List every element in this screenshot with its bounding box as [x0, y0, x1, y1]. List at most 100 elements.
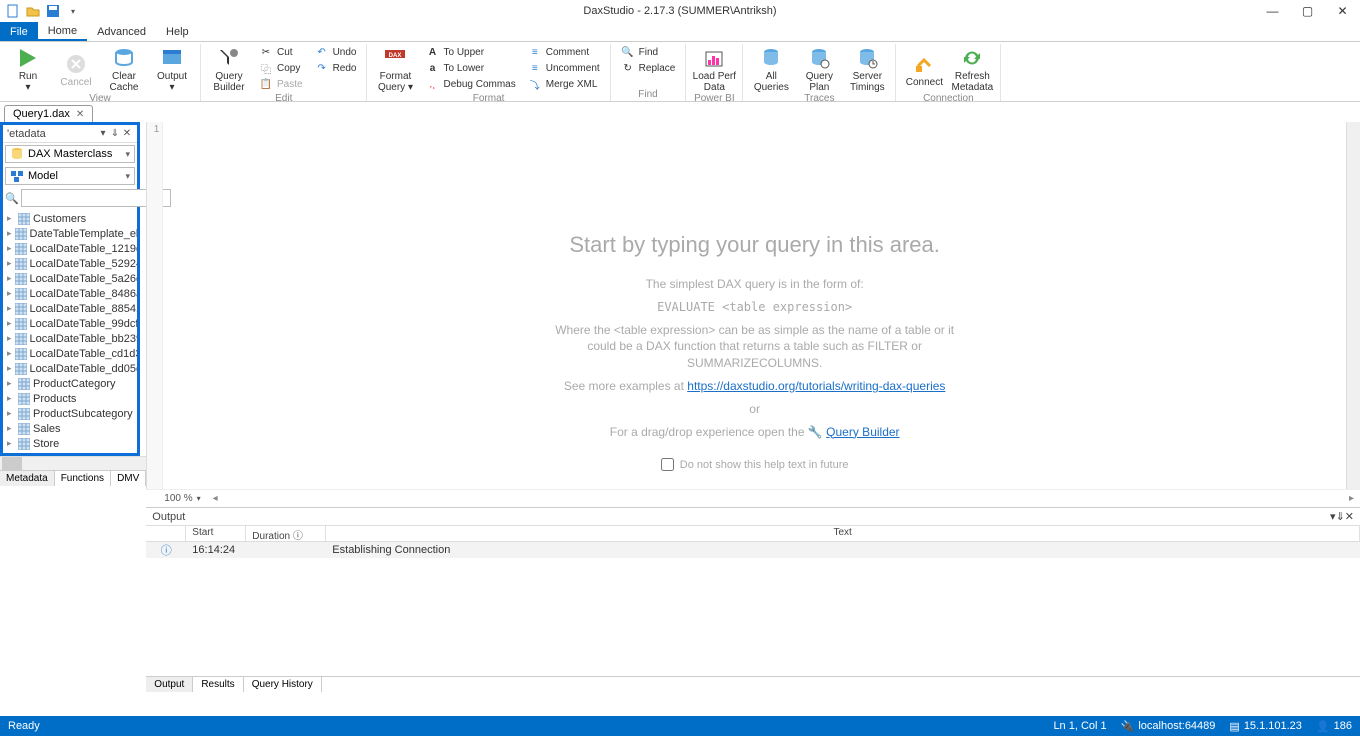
- output-col-duration[interactable]: Duration ⓘ: [246, 526, 326, 541]
- expand-icon[interactable]: ▸: [7, 213, 15, 224]
- tree-item[interactable]: ▸ProductSubcategory: [3, 406, 137, 421]
- tree-item[interactable]: ▸DateTableTemplate_eb9ad…: [3, 226, 137, 241]
- editor-body[interactable]: Start by typing your query in this area.…: [163, 122, 1346, 489]
- tree-item[interactable]: ▸LocalDateTable_8486a3ba-: [3, 286, 137, 301]
- server-timings-button[interactable]: Server Timings: [845, 44, 889, 93]
- output-col-text[interactable]: Text: [326, 526, 1360, 541]
- tree-item[interactable]: ▸LocalDateTable_1219d1cc-: [3, 241, 137, 256]
- menu-advanced[interactable]: Advanced: [87, 22, 156, 41]
- maximize-button[interactable]: ▢: [1290, 0, 1325, 22]
- tree-item[interactable]: ▸LocalDateTable_52924115-: [3, 256, 137, 271]
- hide-help-checkbox[interactable]: [661, 458, 674, 471]
- pane-pin-icon[interactable]: ⇓: [109, 128, 121, 139]
- hscroll-right-icon[interactable]: ▸: [1349, 493, 1354, 504]
- close-button[interactable]: ✕: [1325, 0, 1360, 22]
- to-lower-button[interactable]: aTo Lower: [421, 60, 519, 76]
- tree-item[interactable]: ▸Sales: [3, 421, 137, 436]
- model-selector[interactable]: Model ▾: [5, 167, 135, 185]
- database-selector[interactable]: DAX Masterclass ▾: [5, 145, 135, 163]
- connect-button[interactable]: Connect: [902, 44, 946, 93]
- tree-item[interactable]: ▸Products: [3, 391, 137, 406]
- tree-item[interactable]: ▸LocalDateTable_88541323-: [3, 301, 137, 316]
- expand-icon[interactable]: ▸: [7, 228, 12, 239]
- find-button[interactable]: 🔍Find: [617, 44, 680, 60]
- output-button[interactable]: Output▾: [150, 44, 194, 93]
- tree-item[interactable]: ▸LocalDateTable_99dcf787-: [3, 316, 137, 331]
- document-tab[interactable]: Query1.dax ✕: [4, 105, 93, 122]
- output-row[interactable]: ⓘ 16:14:24 Establishing Connection: [146, 542, 1360, 558]
- expand-icon[interactable]: ▸: [7, 363, 12, 374]
- menu-home[interactable]: Home: [38, 22, 87, 41]
- query-plan-button[interactable]: Query Plan: [797, 44, 841, 93]
- menu-file[interactable]: File: [0, 22, 38, 41]
- minimize-button[interactable]: —: [1255, 0, 1290, 22]
- output-row-time: 16:14:24: [186, 544, 246, 556]
- debug-commas-button[interactable]: ,¸Debug Commas: [421, 76, 519, 92]
- to-upper-button[interactable]: ATo Upper: [421, 44, 519, 60]
- user-icon: 👤: [1316, 720, 1330, 733]
- expand-icon[interactable]: ▸: [7, 378, 15, 389]
- tab-metadata[interactable]: Metadata: [0, 471, 55, 486]
- tree-item[interactable]: ▸LocalDateTable_5a26c83d-: [3, 271, 137, 286]
- menu-help[interactable]: Help: [156, 22, 199, 41]
- expand-icon[interactable]: ▸: [7, 243, 12, 254]
- expand-icon[interactable]: ▸: [7, 303, 12, 314]
- tab-results[interactable]: Results: [193, 677, 243, 692]
- zoom-dropdown-icon[interactable]: ▾: [197, 494, 201, 503]
- format-query-button[interactable]: DAX Format Query ▾: [373, 44, 417, 93]
- tree-item[interactable]: ▸ProductCategory: [3, 376, 137, 391]
- pane-close-icon[interactable]: ✕: [121, 128, 133, 139]
- redo-button[interactable]: ↷Redo: [311, 60, 361, 76]
- expand-icon[interactable]: ▸: [7, 318, 12, 329]
- output-pin-icon[interactable]: ⇓: [1336, 510, 1345, 523]
- expand-icon[interactable]: ▸: [7, 273, 12, 284]
- qat-new-icon[interactable]: [4, 2, 22, 20]
- group-label-find: Find: [617, 89, 680, 101]
- sidebar-hscroll[interactable]: [0, 456, 146, 470]
- expand-icon[interactable]: ▸: [7, 438, 15, 449]
- tab-dmv[interactable]: DMV: [111, 471, 146, 486]
- all-queries-button[interactable]: All Queries: [749, 44, 793, 93]
- qat-open-icon[interactable]: [24, 2, 42, 20]
- qat-dropdown-icon[interactable]: ▾: [64, 2, 82, 20]
- refresh-metadata-button[interactable]: Refresh Metadata: [950, 44, 994, 93]
- qat-save-icon[interactable]: [44, 2, 62, 20]
- expand-icon[interactable]: ▸: [7, 333, 12, 344]
- tab-output[interactable]: Output: [146, 677, 193, 692]
- expand-icon[interactable]: ▸: [7, 423, 15, 434]
- tree-item[interactable]: ▸LocalDateTable_cd1d39e7-: [3, 346, 137, 361]
- output-col-start[interactable]: Start: [186, 526, 246, 541]
- expand-icon[interactable]: ▸: [7, 408, 15, 419]
- tree-item[interactable]: ▸Customers: [3, 211, 137, 226]
- tab-functions[interactable]: Functions: [55, 471, 111, 486]
- load-perf-button[interactable]: Load Perf Data: [692, 44, 736, 93]
- hide-help-label: Do not show this help text in future: [680, 459, 849, 471]
- copy-button[interactable]: ⿻Copy: [255, 60, 307, 76]
- editor-examples-link[interactable]: https://daxstudio.org/tutorials/writing-…: [687, 379, 945, 393]
- chevron-down-icon: ▾: [125, 171, 130, 182]
- cut-button[interactable]: ✂Cut: [255, 44, 307, 60]
- clear-cache-button[interactable]: Clear Cache: [102, 44, 146, 93]
- merge-xml-button[interactable]: ⤵Merge XML: [524, 76, 604, 92]
- expand-icon[interactable]: ▸: [7, 258, 12, 269]
- run-button[interactable]: Run▾: [6, 44, 50, 93]
- expand-icon[interactable]: ▸: [7, 348, 12, 359]
- metadata-tree[interactable]: ▸Customers▸DateTableTemplate_eb9ad…▸Loca…: [3, 209, 137, 453]
- expand-icon[interactable]: ▸: [7, 393, 15, 404]
- tree-item[interactable]: ▸Store: [3, 436, 137, 451]
- tree-item[interactable]: ▸LocalDateTable_bb239d15-: [3, 331, 137, 346]
- undo-button[interactable]: ↶Undo: [311, 44, 361, 60]
- pane-dropdown-icon[interactable]: ▾: [97, 128, 109, 139]
- hscroll-left-icon[interactable]: ◂: [213, 493, 218, 504]
- comment-button[interactable]: ≡Comment: [524, 44, 604, 60]
- expand-icon[interactable]: ▸: [7, 288, 12, 299]
- uncomment-button[interactable]: ≡Uncomment: [524, 60, 604, 76]
- query-builder-button[interactable]: Query Builder: [207, 44, 251, 93]
- editor-qb-link[interactable]: Query Builder: [826, 425, 899, 439]
- close-tab-icon[interactable]: ✕: [76, 109, 84, 120]
- tree-item[interactable]: ▸LocalDateTable_dd05ea64-: [3, 361, 137, 376]
- editor-vscroll[interactable]: [1346, 122, 1360, 489]
- output-close-icon[interactable]: ✕: [1345, 510, 1354, 523]
- replace-button[interactable]: ↻Replace: [617, 60, 680, 76]
- tab-query-history[interactable]: Query History: [244, 677, 322, 692]
